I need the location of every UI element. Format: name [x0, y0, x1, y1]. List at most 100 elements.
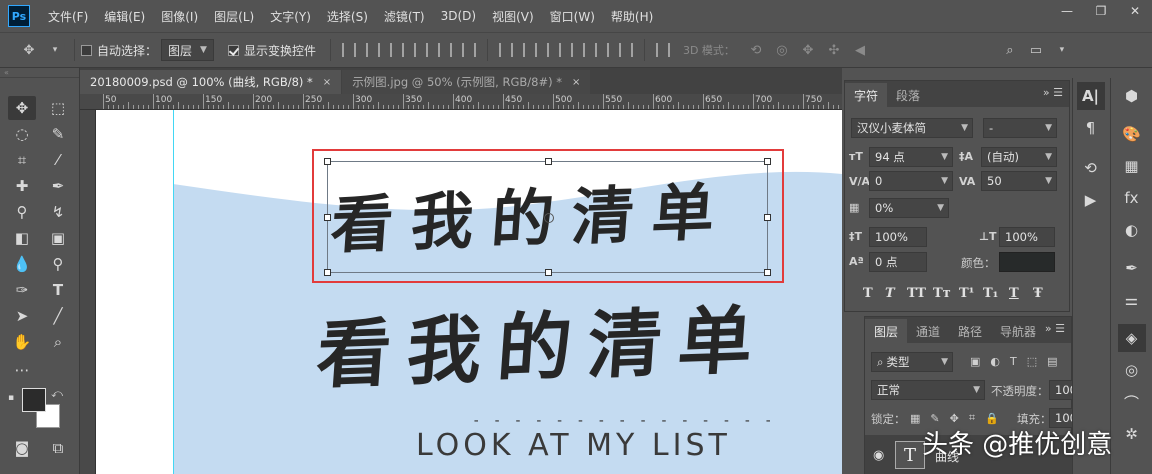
tsume-field[interactable]: 0% ▼: [869, 198, 949, 218]
brush-panel-icon[interactable]: ✒: [1118, 254, 1146, 282]
font-style-select[interactable]: - ▼: [983, 118, 1057, 138]
align-hcenter-icon[interactable]: [437, 43, 452, 57]
clone-stamp-tool-icon[interactable]: ⚲: [8, 200, 36, 224]
kerning-field[interactable]: 0 ▼: [869, 171, 953, 191]
distribute-left-icon[interactable]: [570, 43, 585, 57]
close-icon[interactable]: ×: [323, 77, 331, 88]
channels-panel-icon[interactable]: ◎: [1118, 356, 1146, 384]
menu-select[interactable]: 选择(S): [319, 8, 376, 25]
quick-select-tool-icon[interactable]: ✎: [44, 122, 72, 146]
swatches-panel-icon[interactable]: ▦: [1118, 152, 1146, 180]
crop-tool-icon[interactable]: ⌗: [8, 148, 36, 172]
zoom-tool-icon[interactable]: ⌕: [44, 330, 72, 354]
distribute-top-icon[interactable]: [498, 43, 513, 57]
adjustments-panel-icon[interactable]: ◐: [1118, 216, 1146, 244]
workspace-dropdown-icon[interactable]: ▾: [1053, 41, 1071, 59]
eyedropper-tool-icon[interactable]: ⁄: [44, 148, 72, 172]
move-tool-icon[interactable]: ✥: [8, 96, 36, 120]
filter-shape-icon[interactable]: ⬚: [1027, 355, 1037, 368]
hand-tool-icon[interactable]: ✋: [8, 330, 36, 354]
3d-slide-icon[interactable]: ✣: [825, 41, 843, 59]
strikethrough-button[interactable]: Ŧ: [1033, 286, 1043, 301]
baseline-shift-field[interactable]: 0 点: [869, 252, 927, 272]
eraser-tool-icon[interactable]: ◧: [8, 226, 36, 250]
align-left-icon[interactable]: [413, 43, 428, 57]
underline-button[interactable]: T: [1009, 286, 1019, 301]
brush-settings-panel-icon[interactable]: ⚌: [1118, 286, 1146, 314]
faux-bold-button[interactable]: T: [863, 286, 873, 301]
lock-transparent-icon[interactable]: ▦: [910, 412, 920, 425]
align-top-icon[interactable]: [341, 43, 356, 57]
transform-handle-bottom-right[interactable]: [764, 269, 771, 276]
tracking-field[interactable]: 50 ▼: [981, 171, 1057, 191]
transform-handle-left[interactable]: [324, 214, 331, 221]
align-bottom-icon[interactable]: [389, 43, 404, 57]
3d-rotate-icon[interactable]: ⟲: [747, 41, 765, 59]
collapse-arrows-icon[interactable]: »: [1043, 86, 1050, 99]
vertical-scale-field[interactable]: 100%: [869, 227, 927, 247]
distribute-bottom-icon[interactable]: [546, 43, 561, 57]
3d-scale-icon[interactable]: ◀: [851, 41, 869, 59]
superscript-button[interactable]: T¹: [959, 286, 974, 301]
transform-handle-right[interactable]: [764, 214, 771, 221]
align-vcenter-icon[interactable]: [365, 43, 380, 57]
tab-document-jpg[interactable]: 示例图.jpg @ 50% (示例图, RGB/8#) * ×: [342, 70, 591, 94]
brush-tool-icon[interactable]: ✒: [44, 174, 72, 198]
tab-document-psd[interactable]: 20180009.psd @ 100% (曲线, RGB/8) * ×: [80, 70, 342, 94]
minimize-button[interactable]: —: [1050, 0, 1084, 22]
close-button[interactable]: ✕: [1118, 0, 1152, 22]
tool-preset-dropdown-icon[interactable]: ▾: [46, 41, 64, 59]
actions-panel-icon[interactable]: ▶: [1077, 186, 1105, 214]
transform-handle-top[interactable]: [545, 158, 552, 165]
menu-3d[interactable]: 3D(D): [433, 9, 484, 23]
tab-navigator[interactable]: 导航器: [991, 319, 1045, 343]
lock-all-icon[interactable]: 🔒: [985, 412, 999, 425]
color-panel-icon[interactable]: 🎨: [1118, 120, 1146, 148]
filter-type-icon[interactable]: T: [1010, 355, 1017, 368]
show-transform-checkbox[interactable]: 显示变换控件: [227, 42, 316, 59]
transform-handle-top-right[interactable]: [764, 158, 771, 165]
type-tool-icon[interactable]: T: [44, 278, 72, 302]
healing-brush-tool-icon[interactable]: ✚: [8, 174, 36, 198]
vertical-ruler[interactable]: [80, 110, 96, 474]
auto-align-icon[interactable]: [655, 43, 670, 57]
filter-pixel-icon[interactable]: ▣: [970, 355, 980, 368]
all-caps-button[interactable]: TT: [907, 286, 926, 301]
tab-character[interactable]: 字符: [845, 83, 888, 107]
restore-button[interactable]: ❐: [1084, 0, 1118, 22]
ruler-corner[interactable]: [80, 94, 96, 110]
menu-edit[interactable]: 编辑(E): [96, 8, 153, 25]
navigator-panel-icon[interactable]: ✲: [1118, 420, 1146, 448]
path-select-tool-icon[interactable]: ➤: [8, 304, 36, 328]
lock-artboard-icon[interactable]: ⌗: [969, 411, 975, 425]
layer-filter-select[interactable]: ⌕ 类型 ▼: [871, 352, 953, 372]
menu-file[interactable]: 文件(F): [40, 8, 96, 25]
menu-filter[interactable]: 滤镜(T): [376, 8, 433, 25]
text-color-swatch[interactable]: [999, 252, 1055, 272]
3d-panel-icon[interactable]: ⬢: [1118, 82, 1146, 110]
3d-roll-icon[interactable]: ◎: [773, 41, 791, 59]
small-caps-button[interactable]: Tт: [933, 286, 951, 301]
guide-line[interactable]: [173, 110, 174, 474]
tab-layers[interactable]: 图层: [865, 319, 908, 343]
horizontal-scale-field[interactable]: 100%: [999, 227, 1055, 247]
align-right-icon[interactable]: [461, 43, 476, 57]
panel-menu-icon[interactable]: » ☰: [1043, 86, 1063, 99]
panel-grip-icon[interactable]: «: [0, 68, 79, 78]
foreground-color-swatch[interactable]: [22, 388, 46, 412]
menu-view[interactable]: 视图(V): [484, 8, 542, 25]
more-tools-icon[interactable]: ⋯: [8, 358, 36, 382]
transform-handle-top-left[interactable]: [324, 158, 331, 165]
panel-menu-icon[interactable]: » ☰: [1045, 322, 1065, 335]
blur-tool-icon[interactable]: 💧: [8, 252, 36, 276]
character-panel-icon[interactable]: A|: [1076, 82, 1105, 110]
default-colors-icon[interactable]: ▪: [2, 386, 20, 410]
auto-select-checkbox[interactable]: 自动选择：: [81, 42, 157, 59]
menu-image[interactable]: 图像(I): [153, 8, 206, 25]
search-icon[interactable]: ⌕: [1001, 41, 1019, 59]
screen-mode-icon[interactable]: ⧉: [44, 436, 72, 460]
transform-handle-bottom[interactable]: [545, 269, 552, 276]
show-transform-check-icon[interactable]: [227, 44, 239, 56]
transform-handle-bottom-left[interactable]: [324, 269, 331, 276]
workspace-icon[interactable]: ▭: [1027, 41, 1045, 59]
